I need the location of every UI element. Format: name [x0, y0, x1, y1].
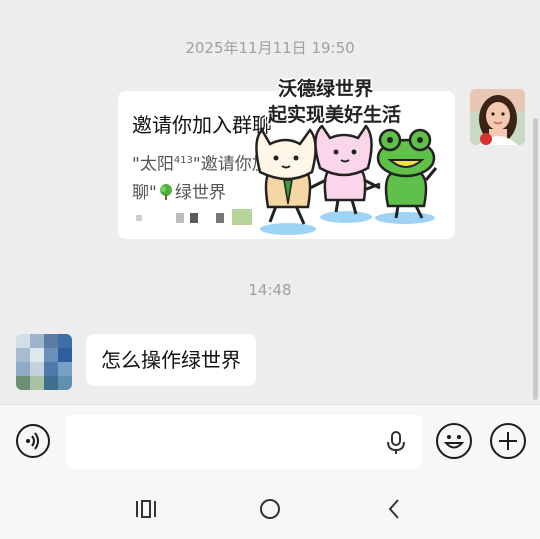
back-icon[interactable] — [386, 498, 402, 520]
emoji-button[interactable] — [436, 423, 472, 459]
recent-apps-icon[interactable] — [134, 498, 158, 520]
contact-avatar[interactable] — [16, 334, 72, 390]
sticker-caption-line1: 沃德绿世界 — [278, 78, 374, 100]
blurred-avatar-pixel — [136, 215, 142, 221]
system-navigation-bar — [0, 478, 540, 539]
sticker-caption-line2: 起实现美好生活 — [268, 104, 402, 126]
blurred-avatar-pixel — [176, 213, 184, 223]
more-actions-button[interactable] — [490, 423, 526, 459]
incoming-message-text: 怎么操作绿世界 — [101, 348, 241, 372]
avatar-portrait-image — [470, 89, 525, 145]
sticker[interactable]: 沃德绿世界 起实现美好生活 — [240, 72, 445, 237]
plus-icon — [499, 432, 517, 450]
timestamp-first: 2025年11月11日 19:50 — [185, 39, 355, 57]
chat-area[interactable]: 2025年11月11日 19:50 邀请你加入群聊 "太阳413"邀请你加入群 … — [0, 0, 540, 404]
message-input[interactable] — [66, 415, 422, 469]
tree-icon — [157, 182, 175, 200]
emoji-icon — [443, 435, 465, 449]
incoming-message-bubble[interactable]: 怎么操作绿世界 — [86, 334, 256, 386]
pixelated-avatar-image — [16, 334, 72, 390]
my-avatar[interactable] — [470, 89, 525, 145]
blurred-avatar-pixel — [216, 213, 224, 223]
voice-input-button[interactable] — [16, 424, 50, 458]
home-icon[interactable] — [259, 498, 281, 520]
chat-scrollbar[interactable] — [533, 118, 538, 400]
timestamp-second: 14:48 — [248, 281, 292, 299]
voice-input-icon — [26, 432, 39, 450]
blurred-avatar-pixel — [190, 213, 198, 223]
microphone-icon[interactable] — [384, 430, 408, 456]
input-bar — [0, 404, 540, 479]
